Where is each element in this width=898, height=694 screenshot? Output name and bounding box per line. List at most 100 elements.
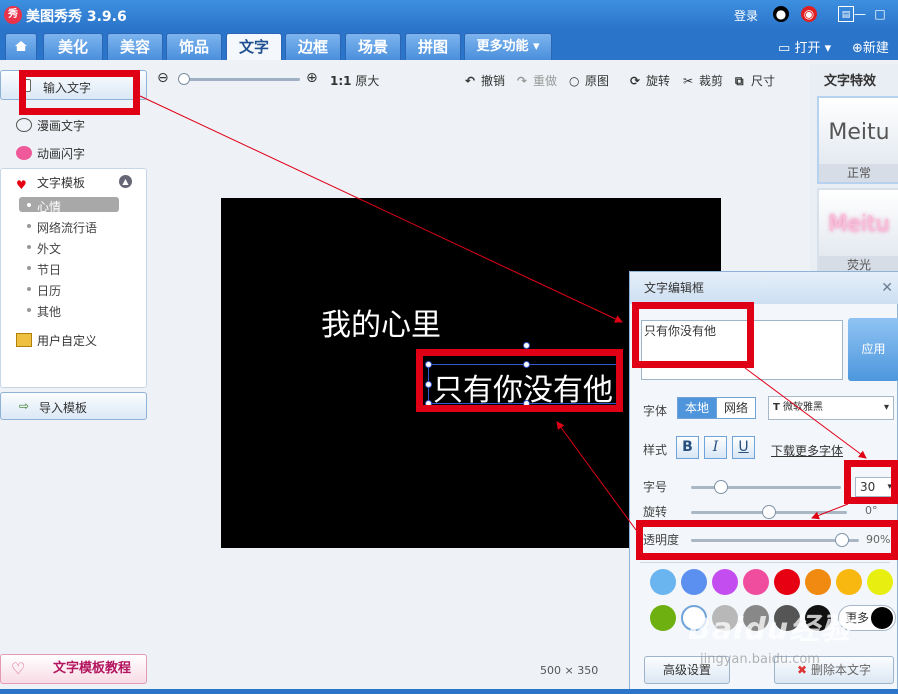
sub-item-calendar[interactable]: 日历 — [37, 282, 61, 299]
download-fonts-link[interactable]: 下载更多字体 — [771, 442, 843, 459]
sub-item-foreign[interactable]: 外文 — [37, 240, 61, 257]
chevron-down-icon: ▾ — [883, 402, 889, 413]
color-swatch[interactable] — [712, 569, 738, 595]
annotation-box — [19, 70, 140, 115]
tab-beautify[interactable]: 美化 — [43, 33, 103, 60]
annotation-box — [632, 302, 754, 368]
new-button[interactable]: ⊕新建 — [852, 37, 889, 56]
tab-home[interactable] — [5, 33, 37, 60]
sub-bullet — [27, 203, 31, 207]
zoom-out-icon[interactable]: ⊖ — [157, 70, 169, 86]
effect-glow-preview: Meitu — [828, 212, 890, 237]
scissors-icon: ✂ — [683, 74, 694, 88]
current-color-swatch — [871, 607, 893, 629]
template-tutorial-button[interactable]: ♡ 文字模板教程 — [0, 654, 147, 684]
color-swatch[interactable] — [743, 569, 769, 595]
color-swatch[interactable] — [681, 569, 707, 595]
sub-bullet — [27, 266, 31, 270]
font-name: 微软雅黑 — [783, 402, 824, 413]
circle-icon: ○ — [569, 74, 580, 88]
color-swatch[interactable] — [774, 569, 800, 595]
tab-more[interactable]: 更多功能 ▾ — [464, 33, 552, 60]
redo-button[interactable]: ↷ 重做 — [517, 72, 557, 89]
zoom-ratio-label: 1:1 — [330, 74, 352, 88]
effects-header: 文字特效 — [824, 74, 877, 89]
font-size-slider[interactable] — [691, 480, 841, 494]
undo-button[interactable]: ↶ 撤销 — [465, 72, 505, 89]
sub-bullet — [27, 287, 31, 291]
image-width: 500 — [540, 664, 561, 677]
color-swatch[interactable] — [836, 569, 862, 595]
anim-text-item[interactable]: 动画闪字 — [16, 145, 85, 162]
custom-item[interactable]: 用户自定义 — [16, 332, 97, 349]
original-image-button[interactable]: ○ 原图 — [569, 72, 609, 89]
crop-button[interactable]: ✂ 裁剪 — [683, 72, 723, 89]
font-type-icon: T — [773, 402, 780, 413]
underline-button[interactable]: U — [732, 436, 755, 459]
zoom-slider-knob[interactable] — [178, 73, 190, 85]
font-network-toggle[interactable]: 网络 — [716, 397, 756, 419]
color-swatch[interactable] — [867, 569, 893, 595]
zoom-slider[interactable] — [178, 73, 300, 85]
font-local-toggle[interactable]: 本地 — [677, 397, 717, 419]
font-select[interactable]: T 微软雅黑 ▾ — [768, 396, 894, 420]
rotate-slider-knob[interactable] — [762, 505, 776, 519]
sub-bullet — [27, 224, 31, 228]
effect-normal-preview: Meitu — [828, 120, 890, 145]
tab-face[interactable]: 美容 — [107, 33, 163, 60]
effect-glow[interactable]: Meitu 荧光 — [817, 188, 898, 276]
font-label: 字体 — [643, 404, 668, 418]
minimize-icon[interactable]: — — [852, 6, 868, 22]
import-template-button[interactable]: ⇨ 导入模板 — [0, 392, 147, 420]
sub-item-other[interactable]: 其他 — [37, 303, 61, 320]
tab-accessories[interactable]: 饰品 — [166, 33, 222, 60]
color-swatch[interactable] — [650, 569, 676, 595]
template-section: ♥ 文字模板 ▲ 心情 网络流行语 外文 节日 日历 其他 — [0, 168, 147, 388]
tab-border[interactable]: 边框 — [285, 33, 341, 60]
rotate-button[interactable]: ⟳ 旋转 — [630, 72, 670, 89]
sub-item-mood[interactable]: 心情 — [37, 198, 61, 215]
original-image-label: 原图 — [585, 74, 610, 88]
login-link[interactable]: 登录 — [734, 7, 758, 24]
rotate-handle[interactable] — [523, 342, 530, 349]
hands-icon: ♡ — [11, 659, 26, 678]
rotate-label: 旋转 — [646, 74, 671, 88]
size-button[interactable]: ⧉ 尺寸 — [735, 72, 775, 89]
canvas-text-1[interactable]: 我的心里 — [321, 300, 441, 344]
template-label: 文字模板 — [37, 176, 86, 190]
tab-collage[interactable]: 拼图 — [405, 33, 461, 60]
annotation-box — [636, 520, 898, 560]
original-size-button[interactable]: 1:1 原大 — [330, 72, 379, 89]
sub-bullet — [27, 308, 31, 312]
color-swatch[interactable] — [650, 605, 676, 631]
weibo-icon[interactable]: ◉ — [801, 6, 817, 22]
sub-item-internet-slang[interactable]: 网络流行语 — [37, 219, 97, 236]
open-button[interactable]: ▭ 打开 ▾ — [778, 37, 831, 56]
original-size-label: 原大 — [355, 74, 380, 88]
tab-text[interactable]: 文字 — [226, 33, 282, 60]
image-height: 350 — [577, 664, 599, 677]
template-header[interactable]: ♥ 文字模板 — [16, 174, 85, 192]
bold-button[interactable]: B — [676, 436, 699, 459]
zoom-in-icon[interactable]: ⊕ — [306, 70, 318, 86]
qq-icon[interactable]: ● — [773, 6, 789, 22]
maximize-icon[interactable]: □ — [872, 6, 888, 22]
effect-normal-label: 正常 — [819, 164, 898, 182]
sub-item-holiday[interactable]: 节日 — [37, 261, 61, 278]
open-label: 打开 — [794, 41, 821, 56]
rotate-slider[interactable] — [691, 505, 847, 519]
italic-button[interactable]: I — [704, 436, 727, 459]
color-swatch[interactable] — [805, 569, 831, 595]
tab-scene[interactable]: 场景 — [345, 33, 401, 60]
rotate-label: 旋转 — [643, 505, 668, 519]
collapse-icon[interactable]: ▲ — [119, 175, 132, 188]
plus-icon: ⊕ — [852, 41, 863, 56]
speech-bubble-icon — [16, 118, 32, 132]
apply-button[interactable]: 应用 — [848, 318, 898, 381]
comic-text-item[interactable]: 漫画文字 — [16, 117, 85, 134]
font-size-slider-knob[interactable] — [714, 480, 728, 494]
effect-normal[interactable]: Meitu 正常 — [817, 96, 898, 184]
sub-bullet — [27, 245, 31, 249]
close-icon[interactable]: ✕ — [881, 280, 893, 296]
dialog-title: 文字编辑框 — [630, 272, 898, 304]
